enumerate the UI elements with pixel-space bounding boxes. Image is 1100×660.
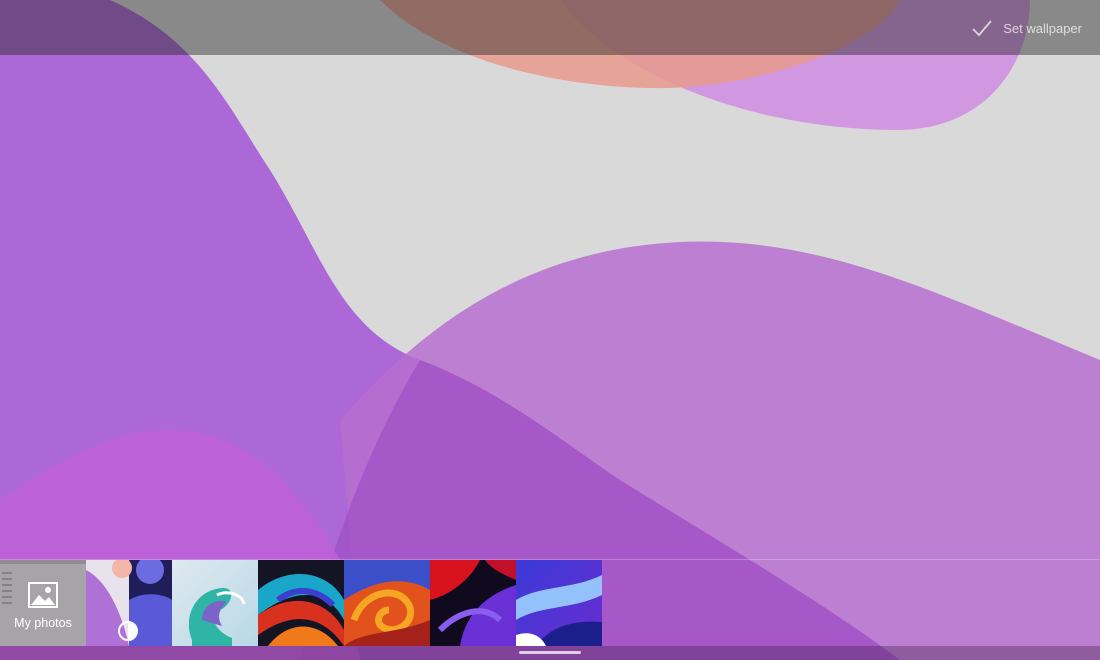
wallpaper-teal-swirl-thumb[interactable]: [172, 560, 258, 646]
set-wallpaper-button[interactable]: Set wallpaper: [971, 16, 1082, 40]
wallpaper-red-purple-ribbons-thumb[interactable]: [430, 560, 516, 646]
wallpaper-orange-swirl-thumb[interactable]: [344, 560, 430, 646]
home-gesture-handle[interactable]: [519, 651, 581, 654]
contrast-icon: [117, 620, 139, 642]
wallpaper-red-blue-swirl-thumb[interactable]: [258, 560, 344, 646]
set-wallpaper-label: Set wallpaper: [1003, 20, 1082, 36]
wallpaper-purple-waves-thumb[interactable]: [86, 560, 172, 646]
check-icon: [971, 17, 993, 39]
mini-screenshot-preview: [0, 560, 86, 604]
top-toolbar: Set wallpaper: [0, 0, 1100, 55]
wallpaper-thumbnail-strip: My photos: [0, 560, 602, 646]
my-photos-tile[interactable]: My photos: [0, 560, 86, 646]
wallpaper-blue-ribbons-thumb[interactable]: [516, 560, 602, 646]
